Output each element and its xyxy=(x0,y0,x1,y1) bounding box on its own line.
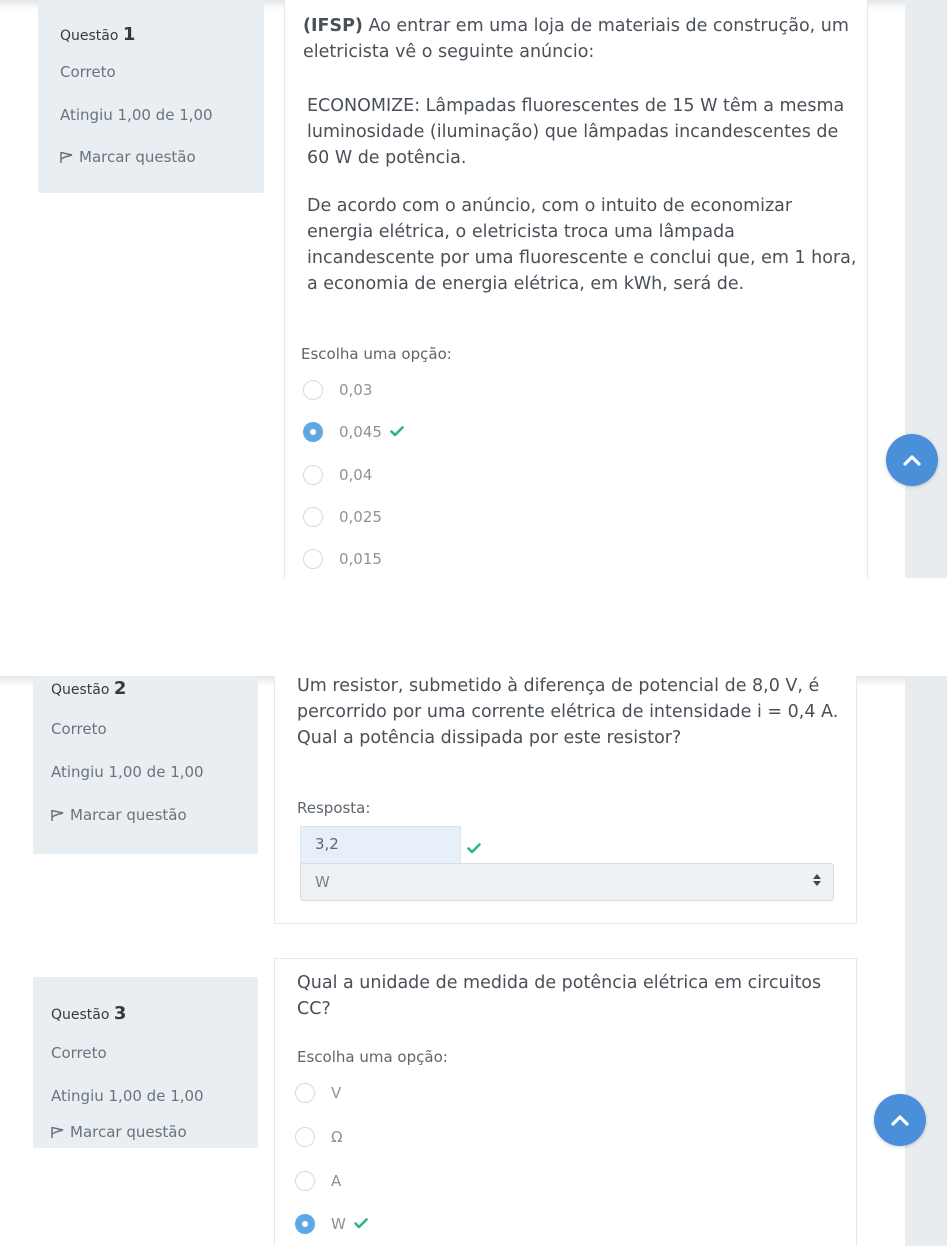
radio-button-selected[interactable] xyxy=(303,422,323,442)
check-icon xyxy=(390,423,404,441)
option-label: V xyxy=(331,1084,342,1102)
flag-icon xyxy=(60,151,73,164)
check-icon xyxy=(467,839,481,858)
answer-input[interactable]: 3,2 xyxy=(300,826,461,864)
question-content-box: Qual a unidade de medida de potência elé… xyxy=(274,958,857,1246)
answer-option[interactable]: V xyxy=(295,1082,341,1104)
question-state: Correto xyxy=(60,63,116,81)
question-source: (IFSP) xyxy=(303,16,363,36)
chevron-up-icon xyxy=(903,451,921,470)
right-drawer-rail xyxy=(905,0,947,578)
flag-label: Marcar questão xyxy=(70,1123,187,1141)
question-info-box: Questão 2 Correto Atingiu 1,00 de 1,00 M… xyxy=(33,676,258,854)
radio-button[interactable] xyxy=(303,507,323,527)
radio-button[interactable] xyxy=(303,465,323,485)
question-grade: Atingiu 1,00 de 1,00 xyxy=(51,763,204,781)
question-number: 1 xyxy=(122,24,136,45)
question-body-text: De acordo com o anúncio, com o intuito d… xyxy=(307,196,857,294)
option-label: 0,045 xyxy=(339,423,382,441)
question-intro: Ao entrar em uma loja de materiais de co… xyxy=(303,16,849,62)
question-state: Correto xyxy=(51,720,107,738)
question-content-box: Um resistor, submetido à diferença de po… xyxy=(274,676,857,924)
option-label: 0,03 xyxy=(339,381,373,399)
question-label: Questão xyxy=(51,1007,110,1023)
option-label: A xyxy=(331,1172,342,1190)
flag-icon xyxy=(51,1126,64,1139)
question-text: Um resistor, submetido à diferença de po… xyxy=(297,676,839,748)
question-info-box: Questão 1 Correto Atingiu 1,00 de 1,00 M… xyxy=(38,0,264,193)
choose-option-prompt: Escolha uma opção: xyxy=(297,1048,448,1066)
question-info-box: Questão 3 Correto Atingiu 1,00 de 1,00 M… xyxy=(33,977,258,1148)
question-state: Correto xyxy=(51,1044,107,1062)
flag-icon xyxy=(51,809,64,822)
screenshot-panel-2: Questão 2 Correto Atingiu 1,00 de 1,00 M… xyxy=(0,676,947,1246)
question-label: Questão xyxy=(60,28,119,44)
chevron-up-icon xyxy=(891,1111,909,1130)
radio-button[interactable] xyxy=(295,1127,315,1147)
answer-option[interactable]: 0,03 xyxy=(303,379,372,401)
back-to-top-button[interactable] xyxy=(874,1094,926,1146)
option-label: 0,015 xyxy=(339,550,382,568)
sort-arrows-icon xyxy=(813,874,821,886)
question-text: (IFSP) Ao entrar em uma loja de materiai… xyxy=(303,13,855,65)
unit-select-value: W xyxy=(315,873,330,891)
question-title: Questão 1 xyxy=(60,24,135,45)
right-drawer-rail xyxy=(905,676,947,1246)
answer-option[interactable]: A xyxy=(295,1170,341,1192)
radio-button[interactable] xyxy=(303,549,323,569)
answer-prompt: Resposta: xyxy=(297,799,371,817)
flag-label: Marcar questão xyxy=(70,806,187,824)
radio-button[interactable] xyxy=(303,380,323,400)
radio-button[interactable] xyxy=(295,1171,315,1191)
option-label: Ω xyxy=(331,1128,343,1146)
question-number: 2 xyxy=(113,678,127,699)
check-icon xyxy=(354,1215,368,1233)
flag-label: Marcar questão xyxy=(79,148,196,166)
question-label: Questão xyxy=(51,682,110,698)
answer-option[interactable]: Ω xyxy=(295,1126,342,1148)
question-title: Questão 2 xyxy=(51,678,126,699)
answer-option-selected[interactable]: 0,045 xyxy=(303,421,404,443)
option-label: W xyxy=(331,1215,346,1233)
option-label: 0,04 xyxy=(339,466,373,484)
answer-option-selected[interactable]: W xyxy=(295,1213,368,1235)
unit-select[interactable]: W xyxy=(300,863,834,901)
answer-option[interactable]: 0,025 xyxy=(303,506,382,528)
radio-button-selected[interactable] xyxy=(295,1214,315,1234)
back-to-top-button[interactable] xyxy=(886,434,938,486)
answer-option[interactable]: 0,04 xyxy=(303,464,372,486)
flag-question-link[interactable]: Marcar questão xyxy=(51,806,187,824)
answer-option[interactable]: 0,015 xyxy=(303,548,382,570)
question-grade: Atingiu 1,00 de 1,00 xyxy=(51,1087,204,1105)
radio-button[interactable] xyxy=(295,1083,315,1103)
question-title: Questão 3 xyxy=(51,1003,126,1024)
question-text: Qual a unidade de medida de potência elé… xyxy=(297,973,822,1019)
question-ad-text: ECONOMIZE: Lâmpadas fluorescentes de 15 … xyxy=(307,96,845,168)
flag-question-link[interactable]: Marcar questão xyxy=(51,1123,187,1141)
question-content-box: (IFSP) Ao entrar em uma loja de materiai… xyxy=(284,0,868,578)
question-grade: Atingiu 1,00 de 1,00 xyxy=(60,106,213,124)
option-label: 0,025 xyxy=(339,508,382,526)
screenshot-panel-1: Questão 1 Correto Atingiu 1,00 de 1,00 M… xyxy=(0,0,947,578)
flag-question-link[interactable]: Marcar questão xyxy=(60,148,196,166)
choose-option-prompt: Escolha uma opção: xyxy=(301,345,452,363)
question-number: 3 xyxy=(113,1003,127,1024)
